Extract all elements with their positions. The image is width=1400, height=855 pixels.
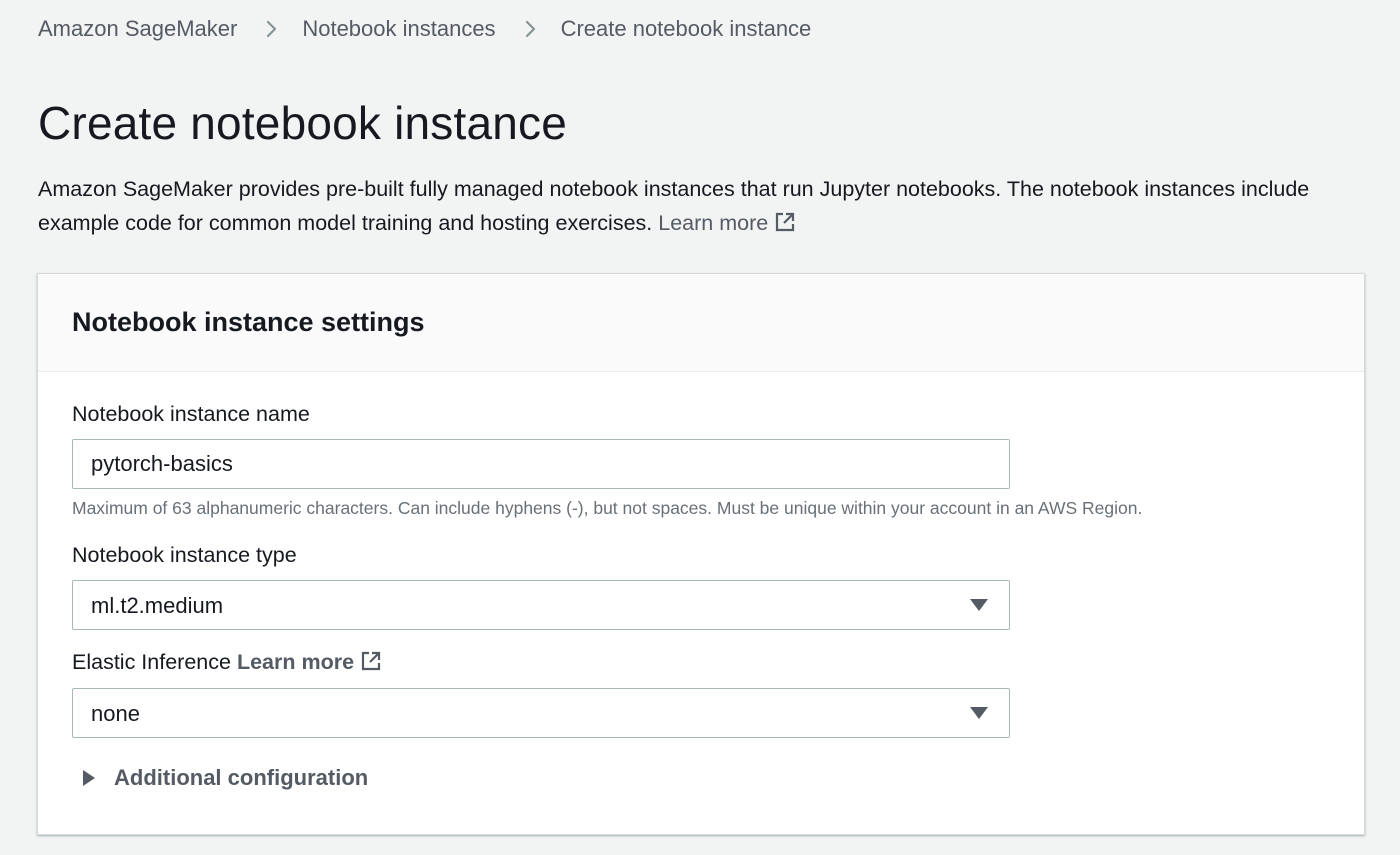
learn-more-link[interactable]: Learn more xyxy=(658,211,796,235)
notebook-name-label: Notebook instance name xyxy=(72,402,310,426)
instance-type-value: ml.t2.medium xyxy=(91,593,224,618)
instance-type-select[interactable]: ml.t2.medium xyxy=(72,580,1010,630)
elastic-inference-select[interactable]: none xyxy=(72,688,1010,738)
breadcrumb-amazon-sagemaker[interactable]: Amazon SageMaker xyxy=(38,16,237,42)
learn-more-label: Learn more xyxy=(236,650,355,674)
notebook-name-input[interactable] xyxy=(72,439,1010,489)
notebook-name-hint: Maximum of 63 alphanumeric characters. C… xyxy=(72,498,1143,518)
panel-title: Notebook instance settings xyxy=(72,307,425,337)
page-description: Amazon SageMaker provides pre-built full… xyxy=(38,172,1378,240)
elastic-inference-learn-more-link[interactable]: Learn more xyxy=(237,650,382,674)
chevron-right-icon xyxy=(261,19,281,39)
additional-configuration-toggle[interactable]: Additional configuration xyxy=(82,765,368,791)
notebook-settings-panel: Notebook instance settings Notebook inst… xyxy=(37,273,1365,835)
elastic-inference-label-row: Elastic Inference Learn more xyxy=(72,650,382,675)
elastic-inference-value: none xyxy=(91,701,140,726)
caret-down-icon xyxy=(969,706,989,720)
breadcrumb-current-page: Create notebook instance xyxy=(560,16,812,41)
instance-type-label: Notebook instance type xyxy=(72,543,297,567)
elastic-inference-label: Elastic Inference xyxy=(72,650,231,674)
panel-header: Notebook instance settings xyxy=(38,274,1364,372)
learn-more-label: Learn more xyxy=(658,211,769,235)
external-link-icon xyxy=(360,650,382,672)
external-link-icon xyxy=(774,211,796,233)
breadcrumb-notebook-instances[interactable]: Notebook instances xyxy=(302,16,495,42)
breadcrumb: Amazon SageMaker Notebook instances Crea… xyxy=(38,16,811,42)
additional-configuration-label: Additional configuration xyxy=(114,765,369,790)
chevron-right-icon xyxy=(520,19,540,39)
caret-right-icon xyxy=(82,769,96,787)
page-title: Create notebook instance xyxy=(38,97,568,149)
caret-down-icon xyxy=(969,598,989,612)
